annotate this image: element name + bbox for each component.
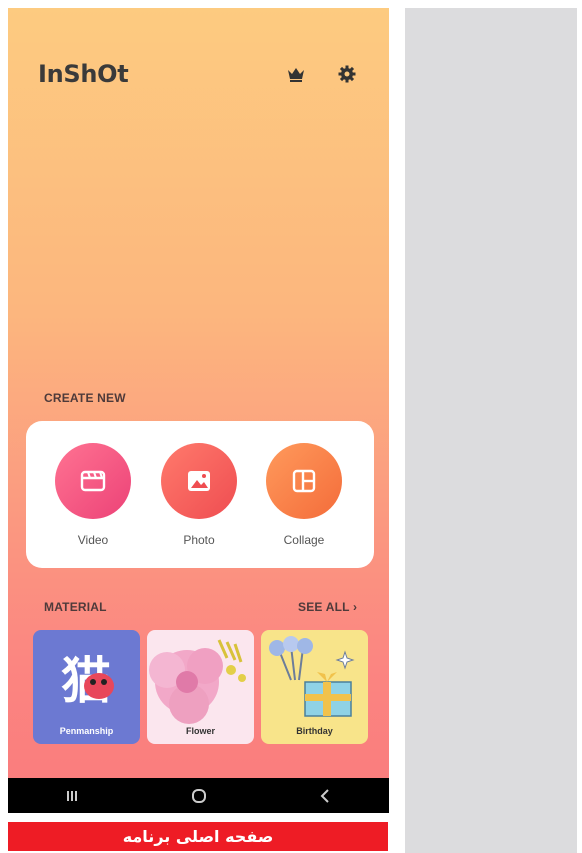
back-button[interactable]: [306, 778, 346, 813]
clapperboard-icon: [80, 470, 106, 492]
material-card-birthday[interactable]: Birthday: [261, 630, 368, 744]
blank-side-panel: [405, 8, 577, 853]
back-icon: [320, 788, 329, 803]
phone-screenshot: InShOt CREATE NEW Video Photo Collage MA…: [8, 8, 389, 813]
video-label: Video: [77, 533, 109, 547]
image-icon: [188, 471, 210, 491]
caption-bar: صفحه اصلی برنامه: [8, 822, 388, 851]
material-heading: MATERIAL: [44, 600, 107, 614]
see-all-link[interactable]: SEE ALL ›: [298, 600, 357, 614]
app-logo: InShOt: [38, 60, 129, 88]
material-card-penmanship[interactable]: 猫 Penmanship: [33, 630, 140, 744]
home-icon: [191, 788, 206, 803]
crown-icon[interactable]: [286, 64, 306, 84]
collage-label: Collage: [283, 533, 325, 547]
penmanship-label: Penmanship: [59, 726, 114, 736]
photo-label: Photo: [183, 533, 215, 547]
create-new-card: Video Photo Collage: [26, 421, 374, 568]
collage-button[interactable]: Collage: [264, 443, 344, 547]
system-navbar: [8, 778, 389, 813]
recent-apps-button[interactable]: [52, 778, 92, 813]
material-card-flower[interactable]: Flower: [147, 630, 254, 744]
birthday-label: Birthday: [296, 726, 333, 736]
photo-button[interactable]: Photo: [159, 443, 239, 547]
collage-icon: [292, 469, 316, 493]
create-new-heading: CREATE NEW: [44, 391, 126, 405]
home-button[interactable]: [179, 778, 219, 813]
recent-apps-icon: [66, 790, 77, 801]
video-button[interactable]: Video: [53, 443, 133, 547]
gear-icon[interactable]: [337, 64, 357, 84]
flower-label: Flower: [185, 726, 215, 736]
